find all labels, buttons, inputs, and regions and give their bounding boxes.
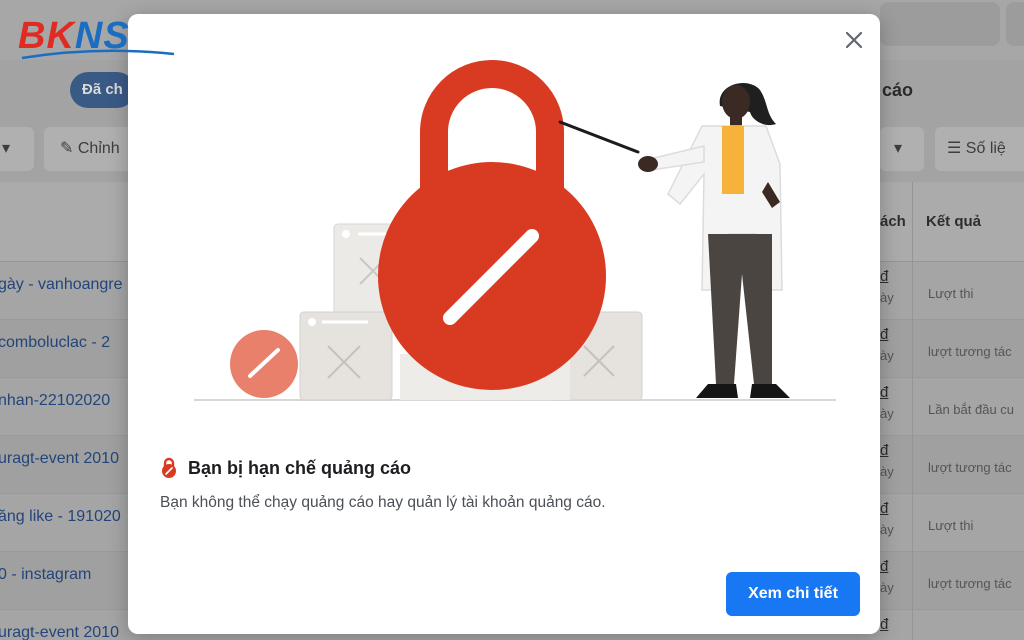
lock-body-icon [378,162,606,390]
dialog-heading-row: Bạn bị hạn chế quảng cáo [160,456,411,480]
campaign-name-link: nhan-22102020 [0,392,111,409]
metrics-label: Số liệ [965,140,1006,157]
campaign-name-link: 0 - instagram [0,566,92,583]
top-search-extra [1006,2,1024,46]
top-search-field [880,2,1000,46]
dialog-title: Bạn bị hạn chế quảng cáo [188,457,412,478]
column-divider [912,182,913,640]
close-icon[interactable] [840,26,868,54]
chevron-down-icon: ▾ [2,140,11,157]
column-header-result: Kết quả [926,213,982,230]
spend-sub-label: ày [880,290,894,305]
edit-label: Chỉnh [77,140,120,157]
restriction-illustration [194,60,836,401]
small-block-badge-icon [230,330,298,398]
spend-value: đ [880,326,889,343]
card-front-left-icon [299,311,393,401]
result-value: lượt tương tác [928,344,1012,359]
logo-swoosh-icon [21,49,175,60]
chevron-down-icon: ▾ [894,140,903,157]
spend-value: đ [880,268,889,285]
spend-sub-label: ày [880,580,894,595]
spend-value: đ [880,384,889,401]
result-value: Lượt thi [928,286,974,301]
pencil-icon: ✎ [60,140,78,157]
campaign-name-link: comboluclac - 2 [0,334,111,351]
spend-value: đ [880,500,889,517]
column-header-spend: ách [880,213,906,230]
spend-sub-label: ày [880,406,894,421]
spend-value: đ [880,558,889,575]
dropdown-button-left: ▾ [0,127,34,171]
dropdown-button-right: ▾ [880,127,924,171]
campaign-name-link: gày - vanhoangre [0,276,123,293]
edit-button: ✎ Chỉnh [44,127,134,171]
filter-pill: Đã ch [70,72,135,108]
result-value: lượt tương tác [928,576,1012,591]
spend-sub-label: ày [880,522,894,537]
dialog-description: Bạn không thể chạy quảng cáo hay quản lý… [160,494,606,511]
result-value: Lần bắt đầu cu [928,402,1015,417]
campaign-name-link: uragt-event 2010 [0,624,119,640]
brand-logo: BKNS [18,16,178,64]
result-value: lượt tương tác [928,460,1012,475]
columns-icon: ☰ [947,140,966,157]
view-details-button[interactable]: Xem chi tiết [726,572,860,616]
spend-value: đ [880,442,889,459]
spend-value: đ [880,616,889,633]
campaign-name-link: ăng like - 191020 [0,508,121,525]
lock-icon [162,457,176,478]
campaign-name-link: uragt-event 2010 [0,450,119,467]
spend-sub-label: ày [880,464,894,479]
result-value: Lượt thi [928,518,974,533]
restriction-dialog: Bạn bị hạn chế quảng cáo Bạn không thể c… [128,14,880,634]
metrics-button: ☰ Số liệ [935,127,1024,171]
spend-sub-label: ày [880,348,894,363]
